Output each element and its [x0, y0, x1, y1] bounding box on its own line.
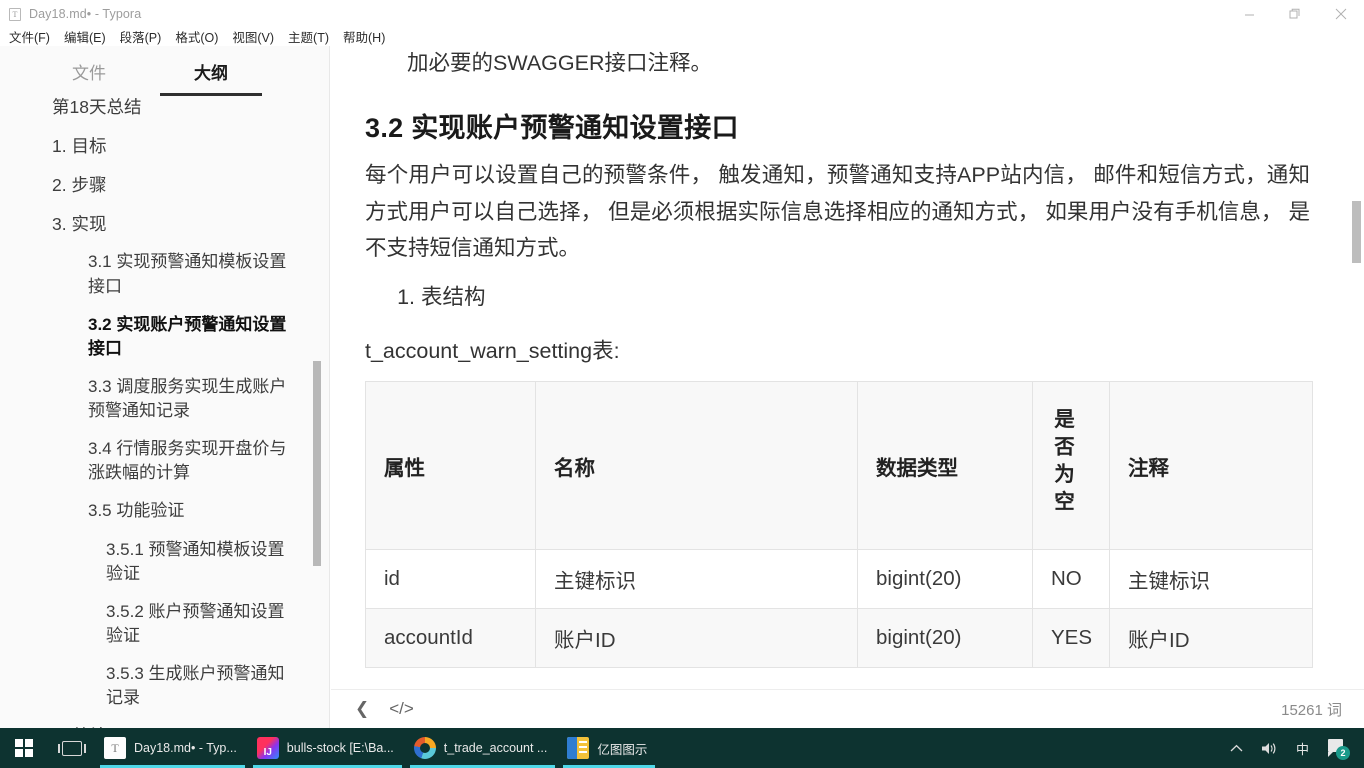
window-title: Day18.md• - Typora: [29, 7, 142, 21]
outline-panel: 第18天总结 1. 目标 2. 步骤 3. 实现 3.1 实现预警通知模板设置接…: [0, 97, 329, 728]
outline-item-3[interactable]: 3. 实现: [52, 205, 329, 244]
cell-name: 主键标识: [535, 549, 858, 610]
outline-item-6[interactable]: 3.3 调度服务实现生成账户预警通知记录: [88, 368, 329, 430]
menu-help[interactable]: 帮助(H): [340, 27, 388, 46]
sidebar-scrollbar-thumb[interactable]: [313, 361, 321, 566]
page-title: 3.2 实现账户预警通知设置接口: [365, 113, 739, 144]
system-tray: 中 2: [1221, 728, 1364, 768]
taskbar-item-label: 亿图图示: [597, 742, 648, 757]
outline-item-11[interactable]: 3.5.3 生成账户预警通知记录: [106, 655, 329, 717]
editor-scrollbar-thumb[interactable]: [1352, 201, 1361, 263]
cell-name: 账户ID: [535, 608, 858, 669]
speaker-icon[interactable]: [1252, 741, 1287, 756]
menu-edit[interactable]: 编辑(E): [61, 27, 109, 46]
taskbar: T Day18.md• - Typ... IJ bulls-stock [E:\…: [0, 728, 1364, 768]
document-content: 加必要的SWAGGER接口注释。 3.2 实现账户预警通知设置接口 每个用户可以…: [331, 46, 1364, 669]
menu-format[interactable]: 格式(O): [172, 27, 221, 46]
column-header-attribute: 属性: [365, 381, 536, 551]
table-row: id 主键标识 bigint(20) NO 主键标识: [365, 549, 1313, 610]
cell-attribute: accountId: [365, 608, 536, 669]
outline-item-7[interactable]: 3.4 行情服务实现开盘价与涨跌幅的计算: [88, 430, 329, 492]
menu-theme[interactable]: 主题(T): [285, 27, 332, 46]
chevron-up-icon[interactable]: [1221, 744, 1252, 753]
outline-item-4[interactable]: 3.1 实现预警通知模板设置接口: [88, 243, 329, 305]
table-header-row: 属性 名称 数据类型 是否为空 注释: [365, 381, 1313, 551]
table-row: accountId 账户ID bigint(20) YES 账户ID: [365, 608, 1313, 669]
outline-item-0[interactable]: 第18天总结: [52, 88, 329, 127]
edraw-icon: [567, 737, 590, 759]
menu-bar: 文件(F) 编辑(E) 段落(P) 格式(O) 视图(V) 主题(T) 帮助(H…: [0, 26, 1364, 46]
window-controls: [1226, 0, 1364, 28]
taskbar-item-typora[interactable]: T Day18.md• - Typ...: [96, 728, 249, 768]
outline-item-12[interactable]: 4. 总结: [52, 717, 329, 728]
chevron-left-icon[interactable]: ❮: [345, 699, 379, 719]
outline-item-10[interactable]: 3.5.2 账户预警通知设置验证: [106, 593, 329, 655]
typora-window: T Day18.md• - Typora 文件(F) 编辑(E) 段落(P) 格…: [0, 0, 1364, 768]
outline-item-9[interactable]: 3.5.1 预警通知模板设置验证: [106, 531, 329, 593]
cell-datatype: bigint(20): [857, 549, 1033, 610]
list-item: 表结构: [421, 280, 1310, 314]
navicat-icon: [413, 737, 436, 759]
menu-file[interactable]: 文件(F): [6, 27, 53, 46]
taskbar-item-edraw[interactable]: 亿图图示: [559, 728, 659, 768]
schema-table: 属性 名称 数据类型 是否为空 注释 id 主键标识 bigint(20) NO…: [365, 381, 1313, 669]
column-header-comment: 注释: [1109, 381, 1313, 551]
ime-indicator[interactable]: 中: [1287, 739, 1318, 758]
outline-item-5[interactable]: 3.2 实现账户预警通知设置接口: [88, 306, 329, 368]
cell-attribute: id: [365, 549, 536, 610]
continued-paragraph: 加必要的SWAGGER接口注释。: [407, 51, 712, 75]
source-code-icon[interactable]: </>: [379, 699, 424, 719]
taskbar-item-label: bulls-stock [E:\Ba...: [286, 741, 394, 755]
ordered-list: 表结构: [421, 280, 1310, 314]
taskbar-item-intellij[interactable]: IJ bulls-stock [E:\Ba...: [249, 728, 406, 768]
cell-nullable: YES: [1032, 608, 1110, 669]
taskbar-item-label: Day18.md• - Typ...: [134, 741, 237, 755]
intellij-idea-icon: IJ: [256, 737, 279, 759]
menu-view[interactable]: 视图(V): [229, 27, 277, 46]
notification-icon[interactable]: 2: [1318, 738, 1358, 760]
restore-button[interactable]: [1272, 0, 1318, 28]
minimize-button[interactable]: [1226, 0, 1272, 28]
column-header-name: 名称: [535, 381, 858, 551]
taskbar-item-navicat[interactable]: t_trade_account ...: [406, 728, 560, 768]
typora-icon: T: [9, 7, 21, 21]
typora-icon: T: [104, 737, 126, 759]
cell-comment: 主键标识: [1109, 549, 1313, 610]
task-view-icon[interactable]: [48, 728, 96, 768]
cell-nullable: NO: [1032, 549, 1110, 610]
sidebar: 文件 大纲 第18天总结 1. 目标 2. 步骤 3. 实现 3.1 实现预警通…: [0, 46, 330, 728]
body-paragraph: 每个用户可以设置自己的预警条件， 触发通知，预警通知支持APP站内信， 邮件和短…: [365, 163, 1310, 260]
close-button[interactable]: [1318, 0, 1364, 28]
outline-item-1[interactable]: 1. 目标: [52, 127, 329, 166]
windows-start-icon[interactable]: [0, 728, 48, 768]
taskbar-item-label: t_trade_account ...: [443, 741, 548, 755]
cell-comment: 账户ID: [1109, 608, 1313, 669]
title-bar: T Day18.md• - Typora: [0, 0, 1364, 28]
cell-datatype: bigint(20): [857, 608, 1033, 669]
document-editor[interactable]: 加必要的SWAGGER接口注释。 3.2 实现账户预警通知设置接口 每个用户可以…: [331, 46, 1364, 689]
outline-item-2[interactable]: 2. 步骤: [52, 166, 329, 205]
notification-count: 2: [1336, 746, 1350, 760]
status-bar: ❮ </> 15261 词: [331, 689, 1364, 728]
column-header-nullable: 是否为空: [1032, 381, 1110, 551]
word-count[interactable]: 15261 词: [1281, 699, 1342, 720]
outline-item-8[interactable]: 3.5 功能验证: [88, 492, 329, 530]
column-header-datatype: 数据类型: [857, 381, 1033, 551]
table-caption: t_account_warn_setting表:: [365, 339, 620, 364]
menu-paragraph[interactable]: 段落(P): [117, 27, 165, 46]
